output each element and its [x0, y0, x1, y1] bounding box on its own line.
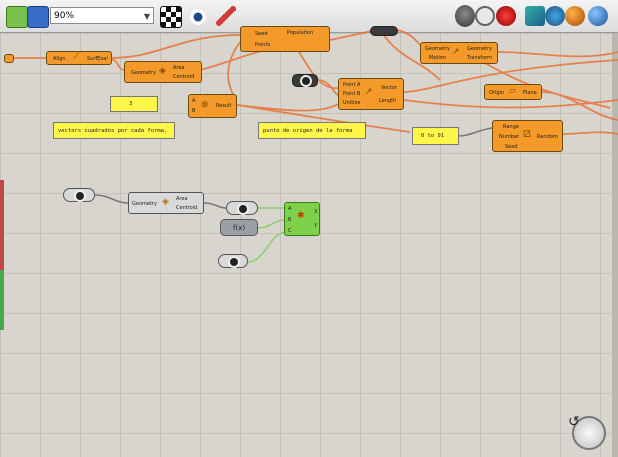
- wire: [257, 219, 287, 229]
- rotate-arrow-icon: ↺: [568, 414, 580, 430]
- b-input-label: B: [288, 217, 292, 223]
- align-surface-node[interactable]: Align ⟋ SurfEval: [46, 51, 112, 65]
- vectors-note-text: vectors cuadrados por cada forma.: [58, 128, 168, 134]
- param-capsule-left[interactable]: [63, 188, 95, 202]
- motion-input-label: Motion: [429, 55, 446, 61]
- param-capsule-top[interactable]: [370, 26, 398, 36]
- random-icon: ⚂: [523, 130, 531, 140]
- a-input-label: A: [288, 206, 292, 212]
- area-output-label: Area: [176, 196, 188, 202]
- seed-input-label: Seed: [255, 31, 268, 37]
- merge-icon: ✱: [297, 211, 305, 221]
- vectors-note-panel[interactable]: vectors cuadrados por cada forma.: [53, 122, 175, 139]
- points-input-label: Points: [255, 42, 271, 48]
- number-input-label: Number: [499, 134, 520, 140]
- origin-note-panel[interactable]: punto de origen de la forma: [258, 122, 366, 139]
- left-edge-node[interactable]: [4, 54, 14, 63]
- centroid-output-label: Centroid: [173, 74, 195, 80]
- wire: [109, 34, 241, 59]
- multiply-icon: ⊗: [201, 100, 209, 110]
- area-output-label: Area: [173, 65, 185, 71]
- geometry-output-label: Geometry: [467, 46, 492, 52]
- grasshopper-window: 90% ▼ Seed Points Population Align ⟋ Sur…: [0, 0, 618, 457]
- param-icon: [237, 203, 249, 215]
- area-node-mid[interactable]: Geometry ◈ Area Centroid: [128, 192, 204, 214]
- move-icon: ↗: [452, 47, 460, 57]
- unitize-input-label: Unitize: [343, 100, 361, 106]
- length-output-label: Length: [379, 98, 397, 104]
- param-icon: [228, 256, 240, 268]
- population-output-label: Population: [287, 30, 314, 36]
- multiplication-node[interactable]: A B ⊗ Result: [188, 94, 237, 118]
- wire: [247, 231, 287, 263]
- range-panel[interactable]: 0 to 91: [412, 127, 459, 145]
- expression-node[interactable]: f(x): [220, 219, 258, 236]
- wire: [109, 57, 125, 71]
- param-capsule-bottom[interactable]: [218, 254, 248, 268]
- transform-output-label: Transform: [467, 55, 492, 61]
- value-panel[interactable]: 3: [110, 96, 158, 112]
- surfeval-output-label: SurfEval: [87, 56, 108, 62]
- range-panel-text: 0 to 91: [421, 133, 445, 139]
- origin-input-label: Origin: [489, 90, 505, 96]
- range-input-label: Range: [503, 124, 519, 130]
- b-input-label: B: [192, 108, 196, 114]
- geometry-input-label: Geometry: [132, 201, 157, 207]
- vector-icon: ↗: [365, 87, 373, 97]
- wire: [497, 51, 618, 58]
- seed-input-label: Seed: [505, 144, 518, 150]
- plane-icon: ▱: [509, 86, 516, 96]
- expression-label: f(x): [233, 224, 246, 232]
- geometry-transform-node[interactable]: Geometry Motion ↗ Geometry Transform: [420, 42, 498, 64]
- surface-eval-icon: ⟋: [73, 52, 80, 62]
- param-icon: [74, 190, 86, 202]
- seed-population-node[interactable]: Seed Points Population: [240, 26, 330, 52]
- centroid-output-label: Centroid: [176, 205, 198, 211]
- result-output-label: Result: [216, 103, 232, 109]
- param-icon: [300, 75, 312, 87]
- value-panel-text: 3: [129, 101, 133, 107]
- geometry-input-label: Geometry: [425, 46, 450, 52]
- merge-node[interactable]: A B C ✱ X Y: [284, 202, 320, 236]
- area-icon: ◈: [162, 197, 169, 207]
- random-node[interactable]: Range Number Seed ⚂ Random: [492, 120, 563, 152]
- wire: [227, 41, 241, 101]
- plane-origin-node[interactable]: Origin ▱ Plane: [484, 84, 542, 100]
- geometry-input-label: Geometry: [131, 70, 156, 76]
- plane-output-label: Plane: [523, 90, 537, 96]
- a-input-label: A: [192, 98, 196, 104]
- point-b-input-label: Point B: [343, 91, 361, 97]
- wire: [458, 127, 493, 137]
- align-input-label: Align: [53, 56, 66, 62]
- x-output-label: X: [314, 209, 318, 215]
- param-capsule-mid[interactable]: [292, 74, 318, 87]
- vector-output-label: Vector: [381, 85, 397, 91]
- random-output-label: Random: [537, 134, 558, 140]
- param-capsule-dark[interactable]: [226, 201, 258, 215]
- wire: [94, 194, 129, 204]
- origin-note-text: punto de origen de la forma: [263, 128, 353, 134]
- wire: [562, 131, 618, 135]
- point-a-input-label: Point A: [343, 82, 361, 88]
- y-output-label: Y: [314, 223, 318, 229]
- area-icon: ◈: [159, 66, 166, 76]
- area-node-top[interactable]: Geometry ◈ Area Centroid: [124, 61, 202, 83]
- vector-2pt-node[interactable]: Point A Point B Unitize ↗ Vector Length: [338, 78, 404, 110]
- wire: [203, 202, 227, 209]
- c-input-label: C: [288, 228, 292, 234]
